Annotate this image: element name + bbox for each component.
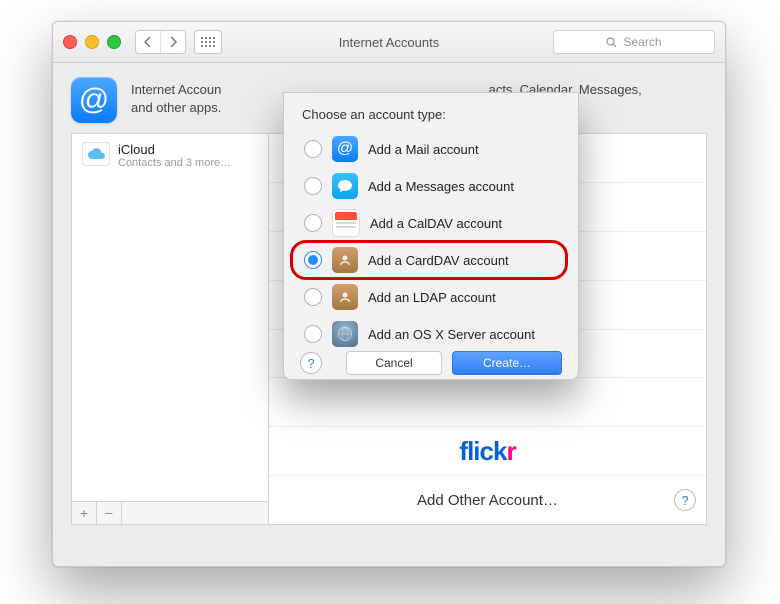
add-account-button[interactable]: + bbox=[72, 502, 97, 524]
chevron-right-icon bbox=[169, 37, 177, 47]
sheet-help-button[interactable]: ? bbox=[300, 352, 322, 374]
cancel-button[interactable]: Cancel bbox=[346, 351, 442, 375]
search-field[interactable]: Search bbox=[553, 30, 715, 54]
option-caldav[interactable]: Add a CalDAV account bbox=[300, 206, 562, 240]
add-other-account-row[interactable]: Add Other Account… ? bbox=[269, 476, 706, 524]
option-ldap[interactable]: Add an LDAP account bbox=[300, 280, 562, 314]
account-subtitle: Contacts and 3 more… bbox=[118, 157, 231, 169]
radio-mail[interactable] bbox=[304, 140, 322, 158]
contacts-icon bbox=[332, 247, 358, 273]
titlebar: Internet Accounts Search bbox=[53, 22, 725, 63]
flickr-logo: flickr bbox=[459, 436, 515, 467]
accounts-sidebar: iCloud Contacts and 3 more… + − bbox=[72, 134, 269, 524]
radio-caldav[interactable] bbox=[304, 214, 322, 232]
grid-icon bbox=[201, 37, 215, 47]
option-label: Add a Messages account bbox=[368, 179, 514, 194]
calendar-icon bbox=[332, 209, 360, 237]
account-type-sheet: Choose an account type: @ Add a Mail acc… bbox=[283, 92, 579, 380]
option-messages[interactable]: Add a Messages account bbox=[300, 169, 562, 203]
sidebar-footer: + − bbox=[72, 501, 268, 524]
icloud-icon bbox=[82, 142, 110, 166]
search-placeholder: Search bbox=[623, 35, 661, 49]
option-label: Add an LDAP account bbox=[368, 290, 496, 305]
option-carddav[interactable]: Add a CardDAV account bbox=[300, 243, 562, 277]
show-all-prefs-button[interactable] bbox=[194, 30, 222, 54]
chevron-left-icon bbox=[144, 37, 152, 47]
forward-button[interactable] bbox=[160, 31, 185, 53]
radio-carddav[interactable] bbox=[304, 251, 322, 269]
minimize-window-button[interactable] bbox=[85, 35, 99, 49]
provider-row-flickr[interactable]: flickr bbox=[269, 427, 706, 476]
option-label: Add a CalDAV account bbox=[370, 216, 502, 231]
globe-icon bbox=[332, 321, 358, 347]
at-icon: @ bbox=[71, 77, 117, 123]
radio-messages[interactable] bbox=[304, 177, 322, 195]
traffic-lights bbox=[63, 35, 121, 49]
close-window-button[interactable] bbox=[63, 35, 77, 49]
mail-icon: @ bbox=[332, 136, 358, 162]
nav-back-forward bbox=[135, 30, 186, 54]
radio-osx[interactable] bbox=[304, 325, 322, 343]
sheet-title: Choose an account type: bbox=[302, 107, 562, 122]
option-mail[interactable]: @ Add a Mail account bbox=[300, 132, 562, 166]
account-name: iCloud bbox=[118, 142, 231, 157]
zoom-window-button[interactable] bbox=[107, 35, 121, 49]
option-label: Add a Mail account bbox=[368, 142, 479, 157]
messages-icon bbox=[332, 173, 358, 199]
create-button[interactable]: Create… bbox=[452, 351, 562, 375]
prefs-window: Internet Accounts Search @ Internet Acco… bbox=[52, 21, 726, 567]
provider-row-5[interactable] bbox=[269, 378, 706, 427]
option-osx-server[interactable]: Add an OS X Server account bbox=[300, 317, 562, 351]
account-item-icloud[interactable]: iCloud Contacts and 3 more… bbox=[72, 134, 268, 177]
remove-account-button[interactable]: − bbox=[97, 502, 122, 524]
search-icon bbox=[606, 37, 617, 48]
radio-ldap[interactable] bbox=[304, 288, 322, 306]
back-button[interactable] bbox=[136, 31, 160, 53]
help-button[interactable]: ? bbox=[674, 489, 696, 511]
add-other-label: Add Other Account… bbox=[417, 492, 558, 509]
option-label: Add an OS X Server account bbox=[368, 327, 535, 342]
contacts-icon bbox=[332, 284, 358, 310]
option-label: Add a CardDAV account bbox=[368, 253, 509, 268]
